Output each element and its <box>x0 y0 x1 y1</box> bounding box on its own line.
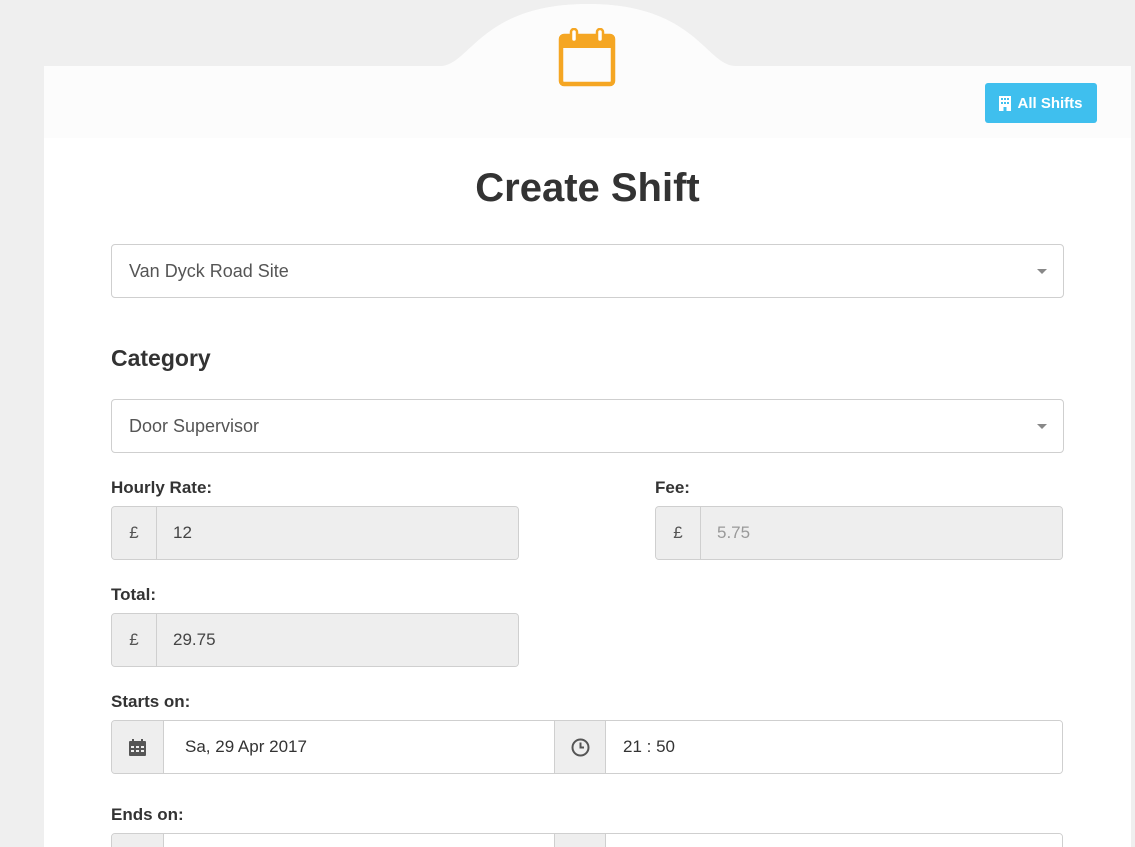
fee-label: Fee: <box>655 478 690 497</box>
end-date-input[interactable] <box>164 834 554 847</box>
start-date-input[interactable]: Sa, 29 Apr 2017 <box>164 721 554 773</box>
chevron-down-icon <box>1037 269 1047 274</box>
site-select[interactable]: Van Dyck Road Site <box>111 244 1064 298</box>
ends-on-label: Ends on: <box>111 805 184 824</box>
category-select-value: Door Supervisor <box>129 415 260 436</box>
site-select-value: Van Dyck Road Site <box>129 260 289 281</box>
building-icon <box>999 95 1012 111</box>
clock-icon <box>571 738 589 756</box>
hourly-rate-input[interactable]: 12 <box>157 507 518 559</box>
category-heading: Category <box>111 345 211 371</box>
calendar-addon[interactable] <box>112 721 164 773</box>
category-select[interactable]: Door Supervisor <box>111 399 1064 453</box>
page-title: Create Shift <box>475 166 700 210</box>
currency-addon: £ <box>112 507 157 559</box>
chevron-down-icon <box>1037 424 1047 429</box>
calendar-small-icon <box>129 738 146 756</box>
total-label: Total: <box>111 585 157 604</box>
fee-input[interactable]: 5.75 <box>701 507 1062 559</box>
all-shifts-button[interactable]: All Shifts <box>985 83 1097 123</box>
ends-on-group <box>111 833 1063 847</box>
start-time-input[interactable]: 21 : 50 <box>606 721 1062 773</box>
currency-addon: £ <box>112 614 157 666</box>
total-input[interactable]: 29.75 <box>157 614 518 666</box>
end-time-input[interactable] <box>606 834 1062 847</box>
calendar-icon <box>558 28 616 87</box>
calendar-addon[interactable] <box>112 834 164 847</box>
hourly-rate-label: Hourly Rate: <box>111 478 213 497</box>
total-group: £ 29.75 <box>111 613 519 667</box>
hourly-rate-group: £ 12 <box>111 506 519 560</box>
fee-group: £ 5.75 <box>655 506 1063 560</box>
starts-on-label: Starts on: <box>111 692 191 711</box>
all-shifts-label: All Shifts <box>1017 94 1083 112</box>
clock-addon[interactable] <box>554 721 606 773</box>
starts-on-group: Sa, 29 Apr 2017 21 : 50 <box>111 720 1063 774</box>
currency-addon: £ <box>656 507 701 559</box>
clock-addon[interactable] <box>554 834 606 847</box>
